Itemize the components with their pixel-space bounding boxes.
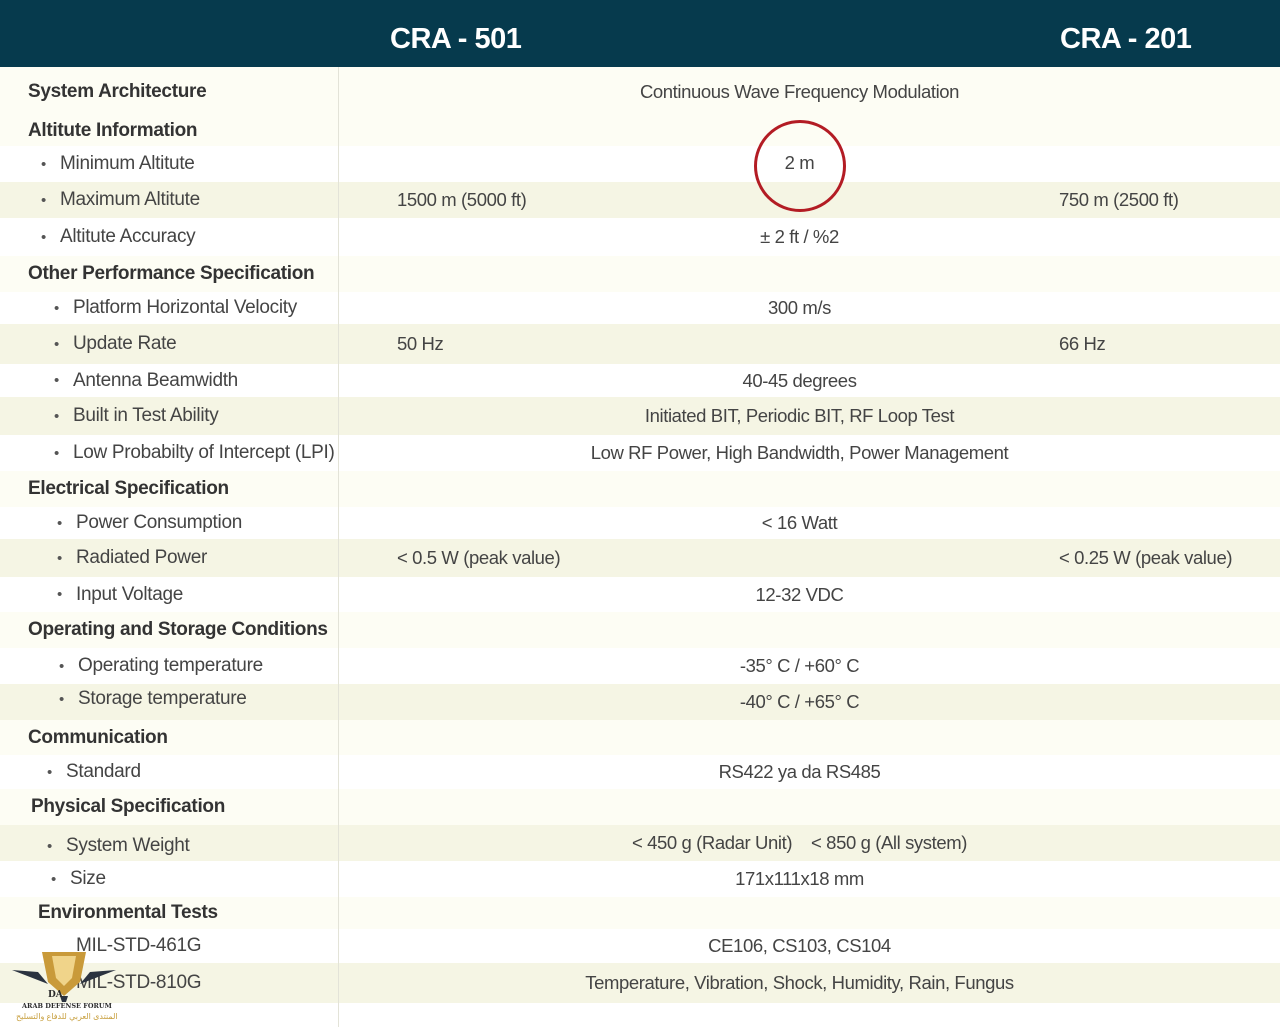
horizontal-velocity-label: Platform Horizontal Velocity xyxy=(54,292,297,324)
table-row: Antenna Beamwidth 40-45 degrees xyxy=(0,364,1280,397)
storage-temperature-label: Storage temperature xyxy=(59,678,247,720)
logo-arabic-name: المنتدى العربي للدفاع والتسليح xyxy=(16,1012,118,1021)
altitude-accuracy-label: Altitute Accuracy xyxy=(41,218,196,256)
input-voltage-label: Input Voltage xyxy=(57,577,183,612)
table-row: Altitute Information xyxy=(0,116,1280,146)
table-row: Update Rate 50 Hz 66 Hz xyxy=(0,324,1280,364)
input-voltage-value: 12-32 VDC xyxy=(755,583,844,605)
logo-name: ARAB DEFENSE FORUM xyxy=(22,1002,112,1010)
table-row: System Weight < 450 g (Radar Unit) < 850… xyxy=(0,825,1280,861)
logo-badge: DA xyxy=(48,990,63,1000)
lpi-value: Low RF Power, High Bandwidth, Power Mana… xyxy=(590,442,1009,463)
update-rate-label: Update Rate xyxy=(54,324,177,364)
standard-label: Standard xyxy=(47,755,141,789)
highlight-circle xyxy=(754,120,846,212)
column-divider xyxy=(338,67,339,1027)
column-title-cra-201: CRA - 201 xyxy=(1060,23,1192,55)
radiated-power-cra201: < 0.25 W (peak value) xyxy=(1059,547,1233,568)
standard-value: RS422 ya da RS485 xyxy=(718,761,881,782)
system-architecture-value: Continuous Wave Frequency Modulation xyxy=(639,80,960,102)
table-row: System Architecture Continuous Wave Freq… xyxy=(0,67,1280,116)
mil-std-810g-value: Temperature, Vibration, Shock, Humidity,… xyxy=(585,972,1014,993)
table-row: Radiated Power < 0.5 W (peak value) < 0.… xyxy=(0,539,1280,577)
update-rate-cra201: 66 Hz xyxy=(1059,333,1106,354)
system-weight-label: System Weight xyxy=(47,831,190,861)
table-row: Storage temperature -40° C / +65° C xyxy=(0,684,1280,720)
table-row: Input Voltage 12-32 VDC xyxy=(0,577,1280,612)
antenna-beamwidth-value: 40-45 degrees xyxy=(742,369,857,391)
update-rate-cra501: 50 Hz xyxy=(397,333,444,354)
table-row: Other Performance Specification xyxy=(0,256,1280,292)
section-system-architecture: System Architecture xyxy=(28,80,207,102)
table-row: Built in Test Ability Initiated BIT, Per… xyxy=(0,397,1280,435)
table-row: Physical Specification xyxy=(0,789,1280,825)
table-row: Size 171x111x18 mm xyxy=(0,861,1280,897)
maximum-altitude-cra201: 750 m (2500 ft) xyxy=(1059,189,1179,210)
column-title-cra-501: CRA - 501 xyxy=(390,23,522,55)
lpi-label: Low Probabilty of Intercept (LPI) xyxy=(54,435,335,471)
antenna-beamwidth-label: Antenna Beamwidth xyxy=(54,364,238,397)
maximum-altitude-label: Maximum Altitute xyxy=(41,182,200,218)
table-row: Operating and Storage Conditions xyxy=(0,612,1280,648)
section-environmental: Environmental Tests xyxy=(38,902,218,923)
storage-temperature-value: -40° C / +65° C xyxy=(739,691,860,712)
section-electrical: Electrical Specification xyxy=(28,478,229,499)
section-operating-storage: Operating and Storage Conditions xyxy=(28,619,328,640)
table-row: Standard RS422 ya da RS485 xyxy=(0,755,1280,789)
section-communication: Communication xyxy=(28,726,168,748)
table-row: Low Probabilty of Intercept (LPI) Low RF… xyxy=(0,435,1280,471)
table-row: Environmental Tests xyxy=(0,897,1280,929)
minimum-altitude-label: Minimum Altitute xyxy=(41,146,195,182)
section-other-performance: Other Performance Specification xyxy=(28,263,315,284)
altitude-accuracy-value: ± 2 ft / %2 xyxy=(760,226,839,247)
power-consumption-label: Power Consumption xyxy=(57,507,242,539)
table-row: MIL-STD-810G Temperature, Vibration, Sho… xyxy=(0,963,1280,1003)
mil-std-461g-value: CE106, CS103, CS104 xyxy=(708,935,891,956)
built-in-test-label: Built in Test Ability xyxy=(54,397,219,435)
table-row xyxy=(0,1003,1280,1027)
maximum-altitude-cra501: 1500 m (5000 ft) xyxy=(397,189,527,210)
size-label: Size xyxy=(51,861,106,897)
table-row: Platform Horizontal Velocity 300 m/s xyxy=(0,292,1280,324)
table-row: Altitute Accuracy ± 2 ft / %2 xyxy=(0,218,1280,256)
horizontal-velocity-value: 300 m/s xyxy=(767,297,831,318)
radiated-power-cra501: < 0.5 W (peak value) xyxy=(397,547,561,568)
table-row: Electrical Specification xyxy=(0,471,1280,507)
radiated-power-label: Radiated Power xyxy=(57,539,207,577)
system-weight-value: < 450 g (Radar Unit) < 850 g (All system… xyxy=(631,832,968,853)
table-row: Power Consumption < 16 Watt xyxy=(0,507,1280,539)
size-value: 171x111x18 mm xyxy=(735,868,864,889)
table-row: Maximum Altitute 1500 m (5000 ft) 750 m … xyxy=(0,182,1280,218)
power-consumption-value: < 16 Watt xyxy=(761,512,838,533)
table-row: Minimum Altitute 2 m xyxy=(0,146,1280,182)
operating-temperature-value: -35° C / +60° C xyxy=(739,655,860,676)
section-physical: Physical Specification xyxy=(31,796,226,817)
table-row: Communication xyxy=(0,720,1280,755)
table-row: MIL-STD-461G CE106, CS103, CS104 xyxy=(0,929,1280,963)
built-in-test-value: Initiated BIT, Periodic BIT, RF Loop Tes… xyxy=(644,405,955,426)
section-altitude-information: Altitute Information xyxy=(28,120,198,141)
table-header: CRA - 501 CRA - 201 xyxy=(0,0,1280,67)
